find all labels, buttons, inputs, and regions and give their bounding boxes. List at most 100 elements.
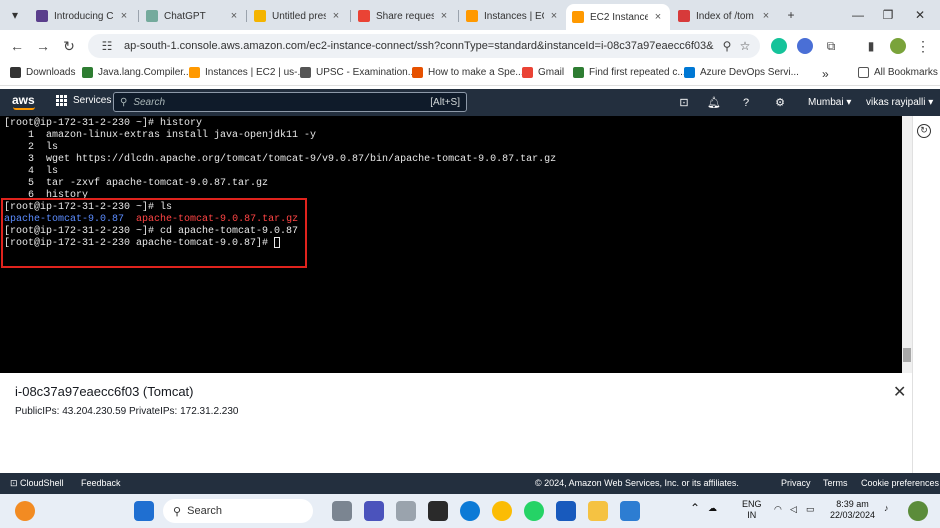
battery-icon[interactable]: ▭ <box>806 504 815 515</box>
edge-icon[interactable] <box>460 501 480 521</box>
side-panel-icon[interactable]: ▮ <box>862 37 880 55</box>
microsoft-icon <box>684 67 695 78</box>
cookie-preferences-link[interactable]: Cookie preferences <box>861 478 939 488</box>
bookmark-label: Gmail <box>538 67 565 78</box>
windows-taskbar: ⚲ Search ⌃ ☁ ENG IN ◠ ◁ ▭ 8:39 am 22/03/20… <box>0 494 940 528</box>
chrome-icon[interactable] <box>492 501 512 521</box>
upsc-icon <box>300 67 311 78</box>
minimize-icon[interactable]: — <box>848 6 868 24</box>
grammarly-extension-icon[interactable] <box>771 38 787 54</box>
volume-icon[interactable]: ◁ <box>790 504 797 515</box>
teams-icon[interactable] <box>364 501 384 521</box>
word-icon[interactable] <box>556 501 576 521</box>
more-bookmarks-chevron[interactable]: » <box>822 67 829 81</box>
widgets-icon[interactable] <box>396 501 416 521</box>
aws-search-input[interactable]: ⚲ Search [Alt+S] <box>113 92 467 112</box>
tab-title: ChatGPT <box>164 10 206 22</box>
notifications-bell-icon[interactable]: 🔔︎ <box>706 95 722 111</box>
browser-tab-strip: ▾ Introducing C × ChatGPT × Untitled pre… <box>0 0 940 30</box>
language-indicator[interactable]: ENG IN <box>742 499 762 521</box>
ssh-terminal[interactable]: [root@ip-172-31-2-230 ~]# history 1 amaz… <box>0 116 912 373</box>
search-icon: ⚲ <box>120 96 128 108</box>
close-tab-icon[interactable]: × <box>548 10 560 22</box>
whatsapp-icon[interactable] <box>524 501 544 521</box>
help-icon[interactable]: ? <box>738 95 754 111</box>
close-tab-icon[interactable]: × <box>760 10 772 22</box>
bookmark-upsc[interactable]: UPSC - Examination... <box>300 67 416 78</box>
zoom-search-icon[interactable]: ⚲ <box>718 39 736 53</box>
all-bookmarks-button[interactable]: All Bookmarks <box>858 67 938 78</box>
photos-icon[interactable] <box>620 501 640 521</box>
tab-index-of-tomcat[interactable]: Index of /tom × <box>672 4 778 28</box>
tab-share-request[interactable]: Share request × <box>352 4 456 28</box>
tab-introducing[interactable]: Introducing C × <box>30 4 136 28</box>
forward-icon[interactable]: → <box>34 37 52 55</box>
cloudshell-link[interactable]: ⊡ CloudShell <box>10 478 64 489</box>
onedrive-icon[interactable]: ☁ <box>708 503 717 514</box>
info-help-icon[interactable]: ↻ <box>917 124 931 138</box>
bookmark-star-icon[interactable]: ☆ <box>736 39 754 53</box>
restore-icon[interactable]: ❐ <box>878 6 898 24</box>
terms-link[interactable]: Terms <box>823 478 848 488</box>
services-grid-icon <box>56 95 67 106</box>
settings-gear-icon[interactable]: ⚙ <box>772 95 788 111</box>
taskbar-search-label: Search <box>187 505 223 517</box>
highlight-annotation-box <box>1 198 307 268</box>
close-tab-icon[interactable]: × <box>228 10 240 22</box>
notification-bell-icon[interactable]: ♪ <box>884 503 889 514</box>
store-icon[interactable] <box>428 501 448 521</box>
extension-icon[interactable] <box>797 38 813 54</box>
tab-untitled-presentation[interactable]: Untitled prese × <box>248 4 348 28</box>
close-tab-icon[interactable]: × <box>652 11 664 23</box>
file-explorer-icon[interactable] <box>588 501 608 521</box>
search-icon: ⚲ <box>173 505 188 518</box>
site-settings-icon[interactable]: ☷ <box>98 39 116 53</box>
slides-favicon-icon <box>254 10 266 22</box>
tab-instances-ec2[interactable]: Instances | EC × <box>460 4 566 28</box>
terminal-scrollbar[interactable] <box>902 116 912 373</box>
bookmark-azure-devops[interactable]: Azure DevOps Servi... <box>684 67 799 78</box>
profile-avatar[interactable] <box>890 38 906 54</box>
tab-search-icon[interactable]: ▾ <box>6 6 24 24</box>
clock[interactable]: 8:39 am 22/03/2024 <box>830 499 875 521</box>
taskbar-search[interactable]: ⚲ Search <box>163 499 313 523</box>
browser-menu-icon[interactable]: ⋮ <box>914 37 932 55</box>
search-shortcut-hint: [Alt+S] <box>430 96 460 108</box>
weather-icon[interactable] <box>15 501 35 521</box>
bookmark-find-first-repeated[interactable]: Find first repeated c... <box>573 67 686 78</box>
task-view-icon[interactable] <box>332 501 352 521</box>
services-menu[interactable]: Services <box>56 95 111 106</box>
bookmark-downloads[interactable]: Downloads <box>10 67 75 78</box>
tab-chatgpt[interactable]: ChatGPT × <box>140 4 246 28</box>
privacy-link[interactable]: Privacy <box>781 478 811 488</box>
bookmark-how-to-make[interactable]: How to make a Spe... <box>412 67 524 78</box>
bookmark-gmail[interactable]: Gmail <box>522 67 564 78</box>
scrollbar-thumb[interactable] <box>903 348 911 362</box>
bookmark-java-compiler[interactable]: Java.lang.Compiler... <box>82 67 191 78</box>
region-selector[interactable]: Mumbai ▾ <box>808 97 851 108</box>
bookmark-instances-ec2[interactable]: Instances | EC2 | us-... <box>189 67 306 78</box>
extensions-puzzle-icon[interactable]: ⧉ <box>822 37 840 55</box>
aws-logo[interactable]: aws <box>12 93 35 107</box>
back-icon[interactable]: ← <box>8 37 26 55</box>
reload-icon[interactable]: ↻ <box>60 37 78 55</box>
windows-start-icon[interactable] <box>134 501 154 521</box>
close-tab-icon[interactable]: × <box>330 10 342 22</box>
feedback-link[interactable]: Feedback <box>81 478 121 488</box>
tray-chevron-icon[interactable]: ⌃ <box>690 502 700 514</box>
url-text: ap-south-1.console.aws.amazon.com/ec2-in… <box>124 40 714 52</box>
tab-title: Index of /tom <box>696 10 754 22</box>
copilot-icon[interactable] <box>908 501 928 521</box>
instance-ips: PublicIPs: 43.204.230.59 PrivateIPs: 172… <box>15 406 239 417</box>
close-tab-icon[interactable]: × <box>438 10 450 22</box>
new-tab-button[interactable]: + <box>782 6 800 24</box>
cloudshell-icon[interactable]: ⊡ <box>676 95 692 111</box>
url-bar[interactable]: ☷ ap-south-1.console.aws.amazon.com/ec2-… <box>88 34 760 58</box>
window-close-icon[interactable]: ✕ <box>910 6 930 24</box>
close-tab-icon[interactable]: × <box>118 10 130 22</box>
account-menu[interactable]: vikas rayipalli ▾ <box>866 97 933 108</box>
close-panel-icon[interactable]: ✕ <box>893 382 906 402</box>
tab-ec2-instance-connect[interactable]: EC2 Instance C × <box>566 4 670 30</box>
wifi-icon[interactable]: ◠ <box>774 504 782 515</box>
cloudshell-icon: ⊡ <box>10 478 21 488</box>
